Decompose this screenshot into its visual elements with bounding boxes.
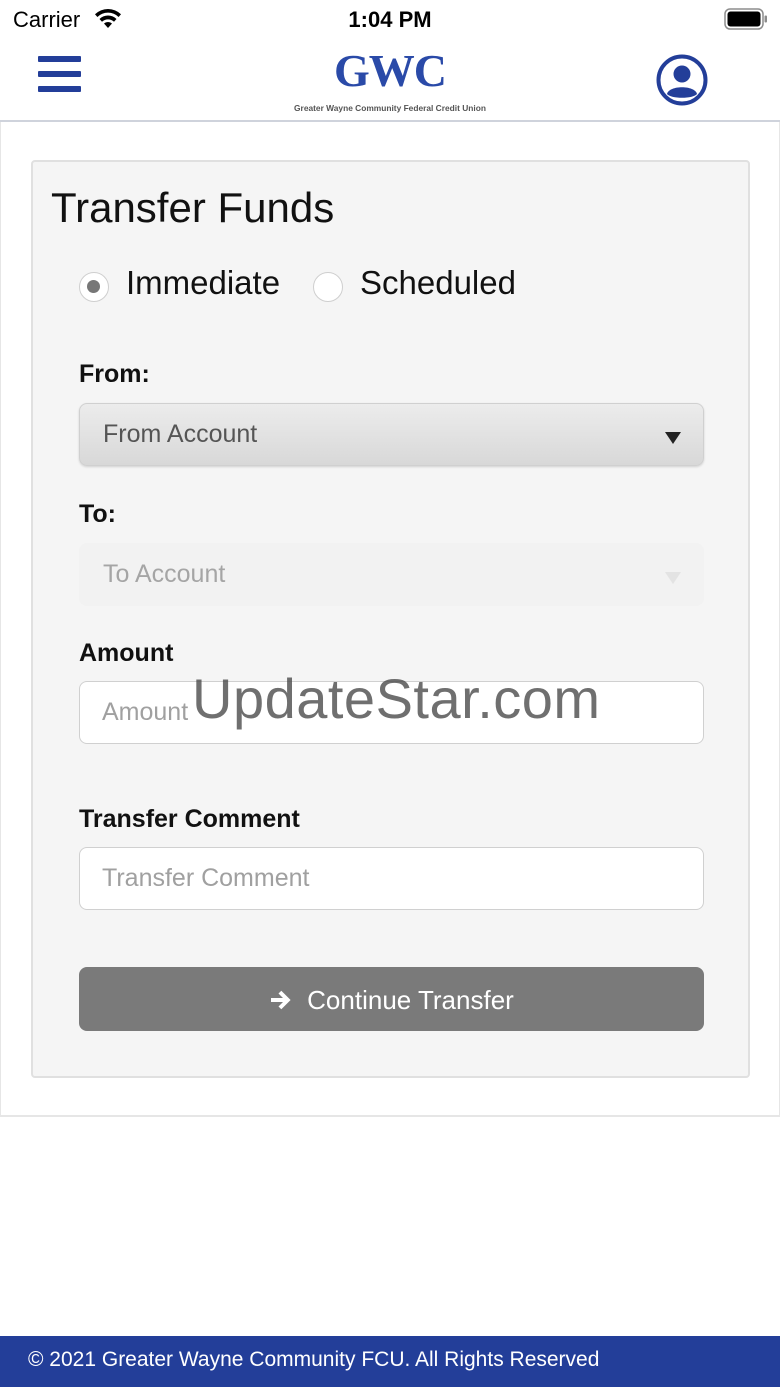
user-profile-icon[interactable]	[656, 54, 708, 106]
clock: 1:04 PM	[348, 7, 432, 32]
from-account-select[interactable]: From Account	[79, 403, 704, 466]
copyright-text: © 2021 Greater Wayne Community FCU. All …	[28, 1348, 600, 1371]
frame-border-left	[0, 122, 1, 1116]
transfer-card: Transfer Funds Immediate Scheduled From:…	[31, 160, 750, 1078]
status-bar: Carrier 1:04 PM	[0, 0, 780, 40]
chevron-down-icon	[665, 572, 681, 584]
to-account-select[interactable]: To Account	[79, 543, 704, 606]
chevron-down-icon	[665, 432, 681, 444]
battery-icon	[724, 8, 767, 30]
continue-transfer-button[interactable]: Continue Transfer	[79, 967, 704, 1031]
gwc-logo: GWC Greater Wayne Community Federal Cred…	[280, 44, 500, 116]
amount-input[interactable]	[79, 681, 704, 744]
transfer-comment-input[interactable]	[79, 847, 704, 910]
page-title: Transfer Funds	[51, 184, 335, 231]
footer: © 2021 Greater Wayne Community FCU. All …	[0, 1336, 780, 1387]
transfer-comment-label: Transfer Comment	[79, 805, 300, 833]
radio-scheduled[interactable]	[313, 272, 343, 302]
radio-scheduled-label[interactable]: Scheduled	[360, 264, 516, 302]
frame-border-bottom	[0, 1115, 780, 1117]
hamburger-menu-icon[interactable]	[38, 56, 82, 92]
radio-immediate-label[interactable]: Immediate	[126, 264, 280, 302]
logo-subtitle: Greater Wayne Community Federal Credit U…	[294, 103, 486, 113]
logo-mark: GWC	[334, 45, 447, 96]
radio-immediate[interactable]	[79, 272, 109, 302]
transfer-funds-screen: Carrier 1:04 PM GWC Greater Wayne Commun…	[0, 0, 780, 1387]
continue-transfer-label: Continue Transfer	[307, 985, 514, 1015]
from-label: From:	[79, 360, 150, 388]
amount-label: Amount	[79, 639, 174, 667]
arrow-right-icon	[271, 990, 291, 1010]
from-account-value: From Account	[103, 420, 258, 448]
to-label: To:	[79, 500, 117, 528]
to-account-value: To Account	[103, 560, 226, 588]
app-header: GWC Greater Wayne Community Federal Cred…	[0, 40, 780, 122]
